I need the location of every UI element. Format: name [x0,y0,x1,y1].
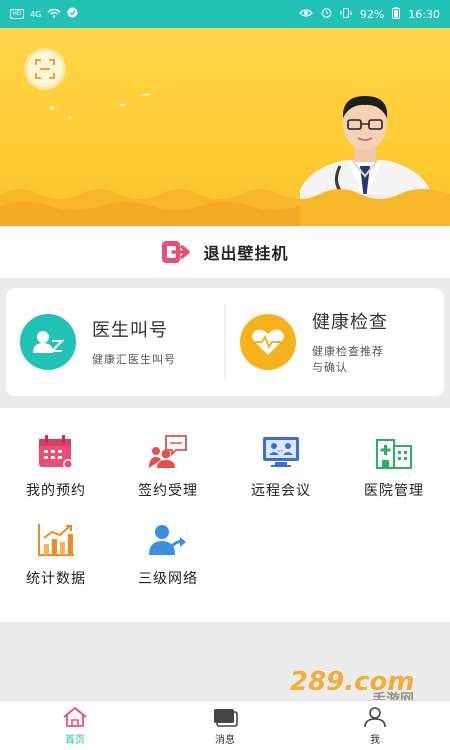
home-icon [63,706,87,727]
eye-icon [298,8,313,21]
grid-item-my-appointment[interactable]: 我的预约 [0,434,112,514]
bottom-tab-bar: 首页 消息 我 [0,700,450,750]
team-chat-icon [149,435,187,468]
card-subtitle: 健康汇医生叫号 [92,353,176,366]
hd-indicator: HD [10,9,24,19]
profile-icon [364,706,386,727]
grid-item-contract[interactable]: 签约受理 [112,434,224,514]
exit-icon [162,241,191,263]
grid-label: 三级网络 [138,571,198,587]
exit-wall-mode-button[interactable]: 退出壁挂机 [0,226,450,278]
tab-label: 我 [370,734,380,746]
heart-monitor-icon [240,314,296,370]
banner-wave [0,189,450,226]
feature-card: 医生叫号 健康汇医生叫号 健康检查 健康检查推荐 与确认 [6,288,444,396]
grid-label: 统计数据 [26,571,86,587]
exit-label: 退出壁挂机 [203,244,289,263]
grid-label: 远程会议 [251,483,311,499]
doctor-call-icon [20,314,76,370]
doctor-call-card[interactable]: 医生叫号 健康汇医生叫号 [6,288,224,396]
grid-item-statistics[interactable]: 统计数据 [0,522,112,602]
card-title: 健康检查 [312,312,388,333]
grid-item-three-level-network[interactable]: 三级网络 [112,522,224,602]
calendar-icon [39,435,73,469]
grid-item-hospital-management[interactable]: 医院管理 [338,434,450,514]
clock-time: 16:30 [408,7,440,21]
tab-label: 首页 [65,734,85,746]
tab-home[interactable]: 首页 [0,701,150,750]
wifi-icon [47,8,61,21]
hospital-building-icon [376,439,412,469]
signal-indicator: 4G [30,9,42,19]
grid-item-remote-meeting[interactable]: 远程会议 [225,434,337,514]
message-icon [214,708,238,727]
card-title: 医生叫号 [92,320,168,341]
hero-banner [0,28,450,226]
tab-me[interactable]: 我 [300,701,450,750]
bar-chart-icon [38,524,74,556]
vibrate-icon [340,7,352,21]
health-check-card[interactable]: 健康检查 健康检查推荐 与确认 [226,288,444,396]
scan-button[interactable] [27,51,63,87]
alarm-icon [321,7,332,21]
banner-decoration [50,93,151,120]
card-subtitle: 健康检查推荐 与确认 [312,345,384,374]
status-bar: HD 4G 92% 16:30 [0,0,450,28]
grid-label: 医院管理 [364,483,424,499]
share-network-icon [149,525,186,555]
tab-label: 消息 [215,734,235,746]
function-grid: 我的预约 签约受理 远程会议 医院管理 统计数据 三级网络 [0,408,450,622]
battery-icon [392,6,401,22]
grid-label: 签约受理 [138,483,198,499]
tab-messages[interactable]: 消息 [150,701,300,750]
grid-label: 我的预约 [26,483,86,499]
battery-text: 92% [359,7,385,21]
sync-icon [67,7,78,21]
video-conference-icon [263,437,299,467]
scan-icon [35,59,55,79]
